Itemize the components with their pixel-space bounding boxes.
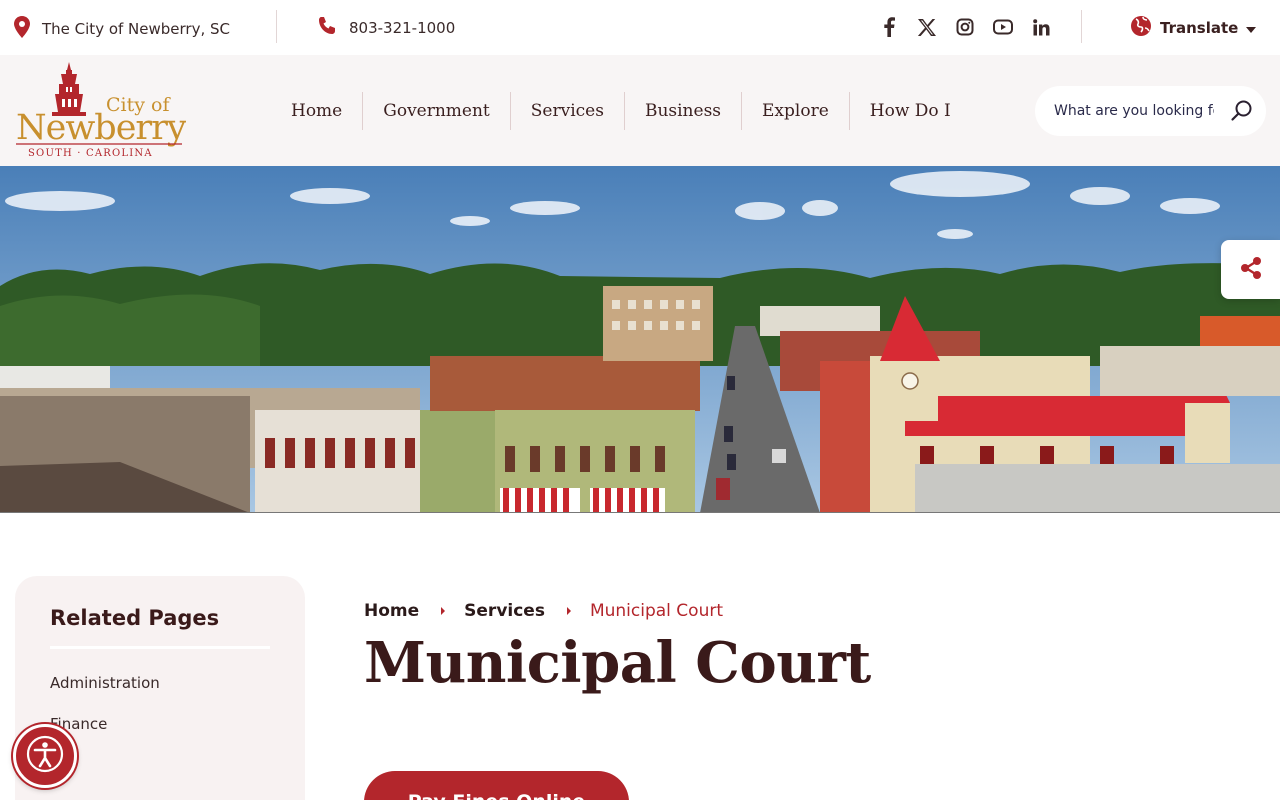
sidebar-title: Related Pages bbox=[50, 606, 270, 649]
breadcrumb-services[interactable]: Services bbox=[464, 601, 545, 621]
breadcrumb-separator-icon bbox=[441, 607, 446, 615]
svg-text:SOUTH · CAROLINA: SOUTH · CAROLINA bbox=[28, 148, 153, 159]
map-pin-icon bbox=[14, 16, 30, 42]
caret-down-icon bbox=[1246, 19, 1257, 37]
youtube-icon[interactable] bbox=[992, 14, 1014, 40]
main-nav: Home Government Services Business Explor… bbox=[271, 92, 971, 130]
social-links bbox=[878, 14, 1052, 40]
phone-link[interactable]: 803-321-1000 bbox=[317, 16, 455, 40]
nav-item-home[interactable]: Home bbox=[271, 92, 362, 130]
divider bbox=[1081, 10, 1082, 43]
globe-icon bbox=[1130, 15, 1152, 41]
share-button[interactable] bbox=[1221, 240, 1280, 299]
search-box bbox=[1035, 86, 1266, 136]
linkedin-icon[interactable] bbox=[1030, 14, 1052, 40]
breadcrumb-current: Municipal Court bbox=[589, 601, 723, 621]
hero-image bbox=[0, 166, 1280, 513]
translate-button[interactable]: Translate bbox=[1130, 15, 1257, 41]
accessibility-button[interactable] bbox=[13, 724, 77, 788]
nav-item-government[interactable]: Government bbox=[362, 92, 510, 130]
search-icon[interactable] bbox=[1230, 99, 1254, 123]
svg-text:Newberry: Newberry bbox=[16, 108, 186, 148]
breadcrumb-home[interactable]: Home bbox=[364, 601, 419, 621]
sidebar-item-administration[interactable]: Administration bbox=[50, 663, 270, 704]
translate-label: Translate bbox=[1160, 19, 1239, 37]
instagram-icon[interactable] bbox=[954, 14, 976, 40]
divider bbox=[276, 10, 277, 43]
breadcrumb-separator-icon bbox=[566, 607, 571, 615]
related-pages-list: Administration Finance Fire Human Resour… bbox=[50, 663, 270, 800]
nav-item-how-do-i[interactable]: How Do I bbox=[848, 92, 971, 130]
phone-icon bbox=[317, 16, 337, 40]
sidebar-item-fire[interactable]: Fire bbox=[50, 745, 270, 786]
location-link[interactable]: The City of Newberry, SC bbox=[14, 16, 230, 42]
main-header: City of Newberry SOUTH · CAROLINA Home G… bbox=[0, 55, 1280, 166]
breadcrumb: Home Services Municipal Court bbox=[364, 601, 723, 621]
sidebar-item-human-resources[interactable]: Human Resources bbox=[50, 786, 270, 800]
x-icon[interactable] bbox=[916, 14, 938, 40]
location-text: The City of Newberry, SC bbox=[42, 20, 231, 38]
accessibility-icon bbox=[25, 734, 65, 778]
top-bar: The City of Newberry, SC 803-321-1000 Tr… bbox=[0, 0, 1280, 55]
facebook-icon[interactable] bbox=[878, 14, 900, 40]
sidebar-item-finance[interactable]: Finance bbox=[50, 704, 270, 745]
phone-text: 803-321-1000 bbox=[349, 19, 456, 37]
page-title: Municipal Court bbox=[364, 630, 871, 696]
nav-item-business[interactable]: Business bbox=[623, 92, 741, 130]
pay-fines-button[interactable]: Pay Fines Online bbox=[364, 771, 629, 800]
search-input[interactable] bbox=[1054, 103, 1214, 119]
city-logo[interactable]: City of Newberry SOUTH · CAROLINA bbox=[14, 61, 188, 161]
share-icon bbox=[1239, 256, 1263, 284]
nav-item-services[interactable]: Services bbox=[509, 92, 624, 130]
nav-item-explore[interactable]: Explore bbox=[741, 92, 849, 130]
